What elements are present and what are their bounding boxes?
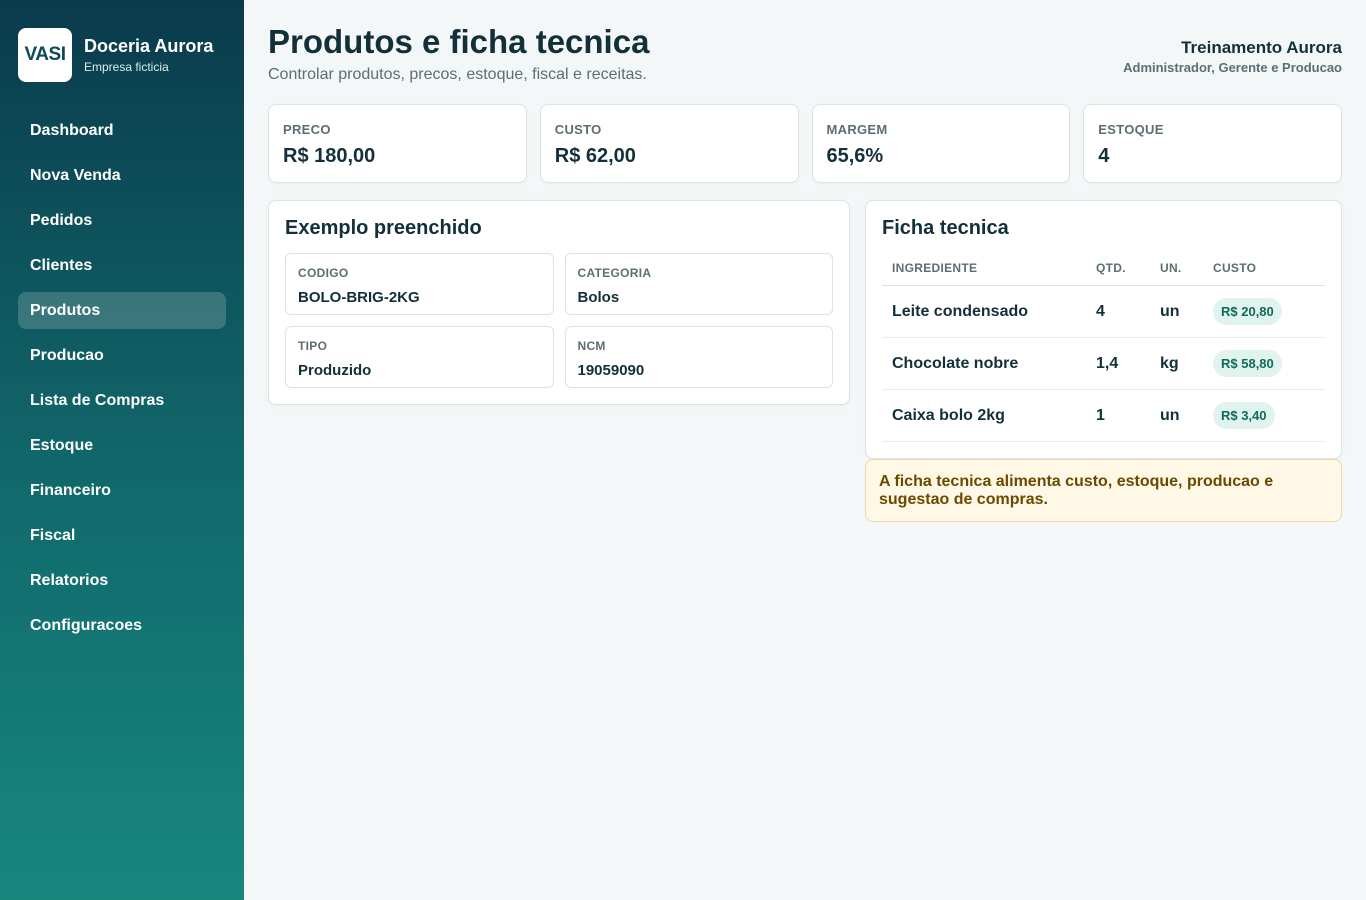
brand-logo: VASI <box>18 28 72 82</box>
brand-name: Doceria Aurora <box>84 36 214 56</box>
example-card: Exemplo preenchido CODIGO BOLO-BRIG-2KG … <box>268 200 850 405</box>
sidebar-nav: Dashboard Nova Venda Pedidos Clientes Pr… <box>18 112 226 644</box>
user-role: Administrador, Gerente e Producao <box>1123 60 1342 75</box>
example-card-title: Exemplo preenchido <box>285 217 482 239</box>
kpi-label: ESTOQUE <box>1098 122 1164 137</box>
field-label: TIPO <box>298 339 328 353</box>
ingredients-table: INGREDIENTE QTD. UN. CUSTO Leite condens… <box>882 253 1325 442</box>
column-header-custo: CUSTO <box>1203 253 1325 286</box>
cell-qtd: 1,4 <box>1086 337 1150 390</box>
field-value: Produzido <box>298 362 372 379</box>
sidebar: VASI Doceria Aurora Empresa ficticia Das… <box>0 0 244 900</box>
kpi-card-margem: MARGEM 65,6% <box>811 104 1071 183</box>
field-value: BOLO-BRIG-2KG <box>298 289 420 306</box>
table-row: Chocolate nobre 1,4 kg R$ 58,80 <box>882 337 1325 390</box>
cost-badge: R$ 3,40 <box>1213 402 1275 429</box>
sidebar-item-produtos[interactable]: Produtos <box>18 292 226 329</box>
page-subtitle: Controlar produtos, precos, estoque, fis… <box>268 66 647 83</box>
cost-badge: R$ 58,80 <box>1213 350 1282 377</box>
kpi-value: 65,6% <box>826 145 884 167</box>
cell-ingrediente: Leite condensado <box>882 285 1086 338</box>
column-header-qtd: QTD. <box>1086 253 1150 286</box>
field-value: Bolos <box>577 289 620 306</box>
kpi-value: R$ 180,00 <box>283 145 376 167</box>
cell-un: un <box>1150 285 1203 338</box>
cell-custo: R$ 3,40 <box>1203 389 1325 442</box>
column-header-ingrediente: INGREDIENTE <box>882 253 1086 286</box>
cell-custo: R$ 20,80 <box>1203 285 1325 338</box>
sidebar-item-relatorios[interactable]: Relatorios <box>18 562 226 599</box>
sidebar-item-pedidos[interactable]: Pedidos <box>18 202 226 239</box>
sidebar-item-financeiro[interactable]: Financeiro <box>18 472 226 509</box>
table-row: Caixa bolo 2kg 1 un R$ 3,40 <box>882 389 1325 442</box>
cell-un: un <box>1150 389 1203 442</box>
user-info: Treinamento Aurora Administrador, Gerent… <box>1123 22 1342 75</box>
kpi-label: CUSTO <box>554 122 602 137</box>
kpi-value: R$ 62,00 <box>554 145 636 167</box>
sidebar-item-lista-de-compras[interactable]: Lista de Compras <box>18 382 226 419</box>
field-label: CODIGO <box>298 266 349 280</box>
table-row: Leite condensado 4 un R$ 20,80 <box>882 285 1325 338</box>
ficha-card-title: Ficha tecnica <box>882 217 1009 239</box>
brand-text: Doceria Aurora Empresa ficticia <box>84 35 213 75</box>
example-fields: CODIGO BOLO-BRIG-2KG CATEGORIA Bolos TIP… <box>285 253 833 388</box>
info-note: A ficha tecnica alimenta custo, estoque,… <box>865 459 1342 522</box>
kpi-value: 4 <box>1098 145 1110 167</box>
sidebar-item-clientes[interactable]: Clientes <box>18 247 226 284</box>
kpi-card-estoque: ESTOQUE 4 <box>1083 104 1342 183</box>
field-label: CATEGORIA <box>577 266 652 280</box>
cell-un: kg <box>1150 337 1203 390</box>
user-name: Treinamento Aurora <box>1181 38 1342 57</box>
field-label: NCM <box>577 339 606 353</box>
kpi-card-preco: PRECO R$ 180,00 <box>268 104 527 183</box>
ficha-tecnica-card: Ficha tecnica INGREDIENTE QTD. UN. CUSTO… <box>865 200 1342 459</box>
cost-badge: R$ 20,80 <box>1213 298 1282 325</box>
field-categoria[interactable]: CATEGORIA Bolos <box>564 253 833 315</box>
kpi-row: PRECO R$ 180,00 CUSTO R$ 62,00 MARGEM 65… <box>268 104 1342 183</box>
table-header-row: INGREDIENTE QTD. UN. CUSTO <box>882 253 1325 286</box>
page-heading: Produtos e ficha tecnica Controlar produ… <box>268 22 649 84</box>
sidebar-item-dashboard[interactable]: Dashboard <box>18 112 226 149</box>
kpi-label: PRECO <box>283 122 331 137</box>
sidebar-item-producao[interactable]: Producao <box>18 337 226 374</box>
field-tipo[interactable]: TIPO Produzido <box>285 326 554 388</box>
main-content: Produtos e ficha tecnica Controlar produ… <box>244 0 1366 900</box>
field-value: 19059090 <box>577 362 645 379</box>
sidebar-item-nova-venda[interactable]: Nova Venda <box>18 157 226 194</box>
ficha-column: Ficha tecnica INGREDIENTE QTD. UN. CUSTO… <box>865 200 1342 522</box>
cell-ingrediente: Chocolate nobre <box>882 337 1086 390</box>
brand-subtitle: Empresa ficticia <box>84 60 169 74</box>
cell-custo: R$ 58,80 <box>1203 337 1325 390</box>
sidebar-item-fiscal[interactable]: Fiscal <box>18 517 226 554</box>
kpi-label: MARGEM <box>826 122 888 137</box>
sidebar-item-estoque[interactable]: Estoque <box>18 427 226 464</box>
topbar: Produtos e ficha tecnica Controlar produ… <box>268 22 1342 102</box>
sidebar-item-configuracoes[interactable]: Configuracoes <box>18 607 226 644</box>
kpi-card-custo: CUSTO R$ 62,00 <box>539 104 799 183</box>
cell-qtd: 1 <box>1086 389 1150 442</box>
column-header-un: UN. <box>1150 253 1203 286</box>
page-title: Produtos e ficha tecnica <box>268 23 650 60</box>
cell-ingrediente: Caixa bolo 2kg <box>882 389 1086 442</box>
field-ncm[interactable]: NCM 19059090 <box>564 326 833 388</box>
brand: VASI Doceria Aurora Empresa ficticia <box>18 28 226 82</box>
cell-qtd: 4 <box>1086 285 1150 338</box>
field-codigo[interactable]: CODIGO BOLO-BRIG-2KG <box>285 253 554 315</box>
content-row: Exemplo preenchido CODIGO BOLO-BRIG-2KG … <box>268 200 1342 522</box>
